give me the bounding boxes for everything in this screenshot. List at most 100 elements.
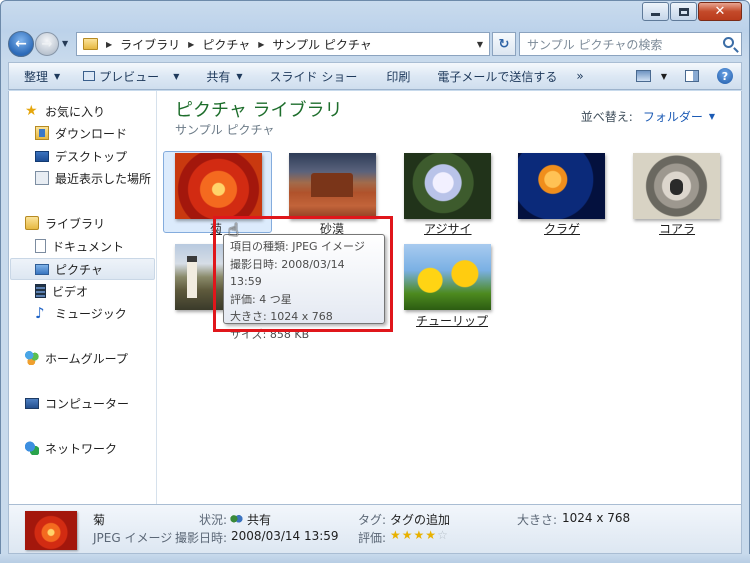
nav-item-homegroup[interactable]: ホームグループ bbox=[25, 348, 128, 368]
details-rating-label: 評価: bbox=[358, 531, 387, 545]
details-tags-input[interactable]: タグの追加 bbox=[390, 511, 450, 528]
nav-item-music[interactable]: ♪ ミュージック bbox=[35, 303, 127, 323]
folder-icon bbox=[83, 38, 98, 50]
thumbnail-hydrangeas[interactable] bbox=[404, 153, 491, 219]
refresh-button[interactable]: ↻ bbox=[492, 32, 516, 56]
item-caption[interactable]: コアラ bbox=[659, 220, 695, 237]
arrange-by: 並べ替え: フォルダー ▼ bbox=[581, 108, 715, 125]
address-bar[interactable]: ▶ ライブラリ ▶ ピクチャ ▶ サンプル ピクチャ ▼ bbox=[76, 32, 490, 56]
thumbnail-tulips[interactable] bbox=[404, 244, 491, 310]
star-icon[interactable]: ★ bbox=[425, 528, 437, 542]
minimize-icon bbox=[651, 13, 660, 16]
thumbnail-jellyfish[interactable] bbox=[518, 153, 605, 219]
nav-label: ドキュメント bbox=[52, 239, 125, 254]
share-label: 共有 bbox=[206, 69, 231, 84]
nav-label: コンピューター bbox=[45, 396, 130, 411]
star-empty-icon[interactable]: ☆ bbox=[437, 528, 449, 542]
libraries-icon bbox=[25, 216, 39, 230]
organize-menu[interactable]: 整理 ▼ bbox=[9, 63, 69, 89]
nav-item-computer[interactable]: コンピューター bbox=[25, 393, 129, 413]
star-icon[interactable]: ★ bbox=[390, 528, 402, 542]
forward-arrow-icon: → bbox=[41, 36, 53, 52]
forward-button[interactable]: → bbox=[35, 32, 59, 56]
downloads-folder-icon bbox=[35, 126, 49, 140]
breadcrumb-chevron-icon[interactable]: ▶ bbox=[258, 40, 264, 49]
slideshow-label: スライド ショー bbox=[269, 69, 358, 84]
details-status: 共有 bbox=[229, 511, 271, 528]
details-date-label: 撮影日時: bbox=[175, 531, 228, 545]
item-caption[interactable]: チューリップ bbox=[416, 312, 488, 329]
hand-cursor-icon: ☝ bbox=[228, 220, 239, 241]
nav-item-videos[interactable]: ビデオ bbox=[35, 281, 88, 301]
rating-stars[interactable]: ★★★★☆ bbox=[390, 528, 449, 542]
breadcrumb-chevron-icon[interactable]: ▶ bbox=[106, 40, 112, 49]
maximize-button[interactable] bbox=[670, 2, 697, 21]
thumbnail-desert[interactable] bbox=[289, 153, 376, 219]
back-button[interactable]: ← bbox=[8, 31, 34, 57]
computer-icon bbox=[25, 397, 39, 409]
details-filetype: JPEG イメージ bbox=[93, 531, 173, 545]
item-caption[interactable]: アジサイ bbox=[424, 220, 472, 237]
breadcrumb-chevron-icon[interactable]: ▶ bbox=[188, 40, 194, 49]
preview-label: プレビュー bbox=[99, 69, 160, 84]
address-history-dropdown[interactable]: ▼ bbox=[477, 40, 483, 49]
search-input[interactable]: サンプル ピクチャの検索 bbox=[519, 32, 742, 56]
help-icon[interactable]: ? bbox=[717, 68, 733, 84]
star-icon[interactable]: ★ bbox=[402, 528, 414, 542]
details-thumbnail bbox=[25, 511, 77, 550]
minimize-button[interactable] bbox=[642, 2, 669, 21]
nav-label: ミュージック bbox=[55, 306, 127, 321]
share-menu[interactable]: 共有 ▼ bbox=[188, 63, 251, 89]
recent-pages-dropdown[interactable]: ▼ bbox=[62, 39, 68, 48]
preview-pane-icon[interactable] bbox=[685, 70, 699, 82]
more-commands-button[interactable]: » bbox=[566, 63, 592, 89]
nav-item-downloads[interactable]: ダウンロード bbox=[35, 123, 127, 143]
video-icon bbox=[35, 284, 46, 298]
chevron-down-icon[interactable]: ▼ bbox=[661, 72, 667, 81]
details-tags-label: タグ: bbox=[358, 513, 387, 527]
nav-item-pictures[interactable]: ピクチャ bbox=[35, 259, 103, 279]
nav-item-documents[interactable]: ドキュメント bbox=[35, 236, 124, 256]
preview-icon bbox=[83, 71, 96, 81]
thumbnail-koala[interactable] bbox=[633, 153, 720, 219]
chevron-down-icon[interactable]: ▼ bbox=[709, 112, 715, 121]
breadcrumb-pictures[interactable]: ピクチャ bbox=[202, 36, 250, 53]
slideshow-button[interactable]: スライド ショー bbox=[252, 63, 367, 89]
recent-places-icon bbox=[35, 171, 49, 185]
email-button[interactable]: 電子メールで送信する bbox=[419, 63, 566, 89]
nav-label: ホームグループ bbox=[45, 351, 128, 366]
preview-menu[interactable]: プレビュー ▼ bbox=[69, 63, 188, 89]
nav-item-libraries[interactable]: ライブラリ bbox=[25, 213, 105, 233]
breadcrumb-libraries[interactable]: ライブラリ bbox=[120, 36, 180, 53]
search-placeholder: サンプル ピクチャの検索 bbox=[527, 37, 663, 52]
thumbnail-chrysanthemum[interactable] bbox=[175, 153, 262, 219]
nav-item-network[interactable]: ネットワーク bbox=[25, 438, 117, 458]
nav-label: ピクチャ bbox=[55, 262, 103, 277]
nav-label: デスクトップ bbox=[55, 149, 128, 164]
nav-item-recent-places[interactable]: 最近表示した場所 bbox=[35, 168, 151, 188]
close-icon: ✕ bbox=[714, 4, 726, 19]
organize-label: 整理 bbox=[24, 69, 49, 84]
details-size-value: 1024 x 768 bbox=[562, 511, 631, 525]
page-title: ピクチャ ライブラリ bbox=[175, 100, 343, 121]
nav-item-desktop[interactable]: デスクトップ bbox=[35, 146, 127, 166]
navigation-pane: ★ お気に入り ダウンロード デスクトップ 最近表示した場所 ライブラリ ドキュ… bbox=[9, 91, 157, 504]
breadcrumb-sample-pictures[interactable]: サンプル ピクチャ bbox=[272, 36, 371, 53]
nav-label: ダウンロード bbox=[55, 126, 128, 141]
nav-item-favorites[interactable]: ★ お気に入り bbox=[25, 101, 105, 121]
change-view-icon[interactable] bbox=[635, 70, 651, 82]
pictures-icon bbox=[35, 263, 49, 275]
network-icon bbox=[25, 441, 39, 455]
search-icon[interactable] bbox=[723, 37, 734, 48]
arrange-by-dropdown[interactable]: フォルダー bbox=[643, 108, 703, 125]
chevron-down-icon: ▼ bbox=[173, 71, 180, 81]
star-icon[interactable]: ★ bbox=[414, 528, 426, 542]
item-caption[interactable]: クラゲ bbox=[544, 220, 580, 237]
window-bottom-border bbox=[0, 554, 750, 563]
print-button[interactable]: 印刷 bbox=[366, 63, 419, 89]
arrange-label: 並べ替え: bbox=[580, 110, 633, 124]
chevron-down-icon: ▼ bbox=[54, 71, 61, 81]
close-button[interactable]: ✕ bbox=[698, 2, 742, 21]
nav-label: ビデオ bbox=[52, 284, 89, 299]
star-icon: ★ bbox=[25, 103, 38, 119]
